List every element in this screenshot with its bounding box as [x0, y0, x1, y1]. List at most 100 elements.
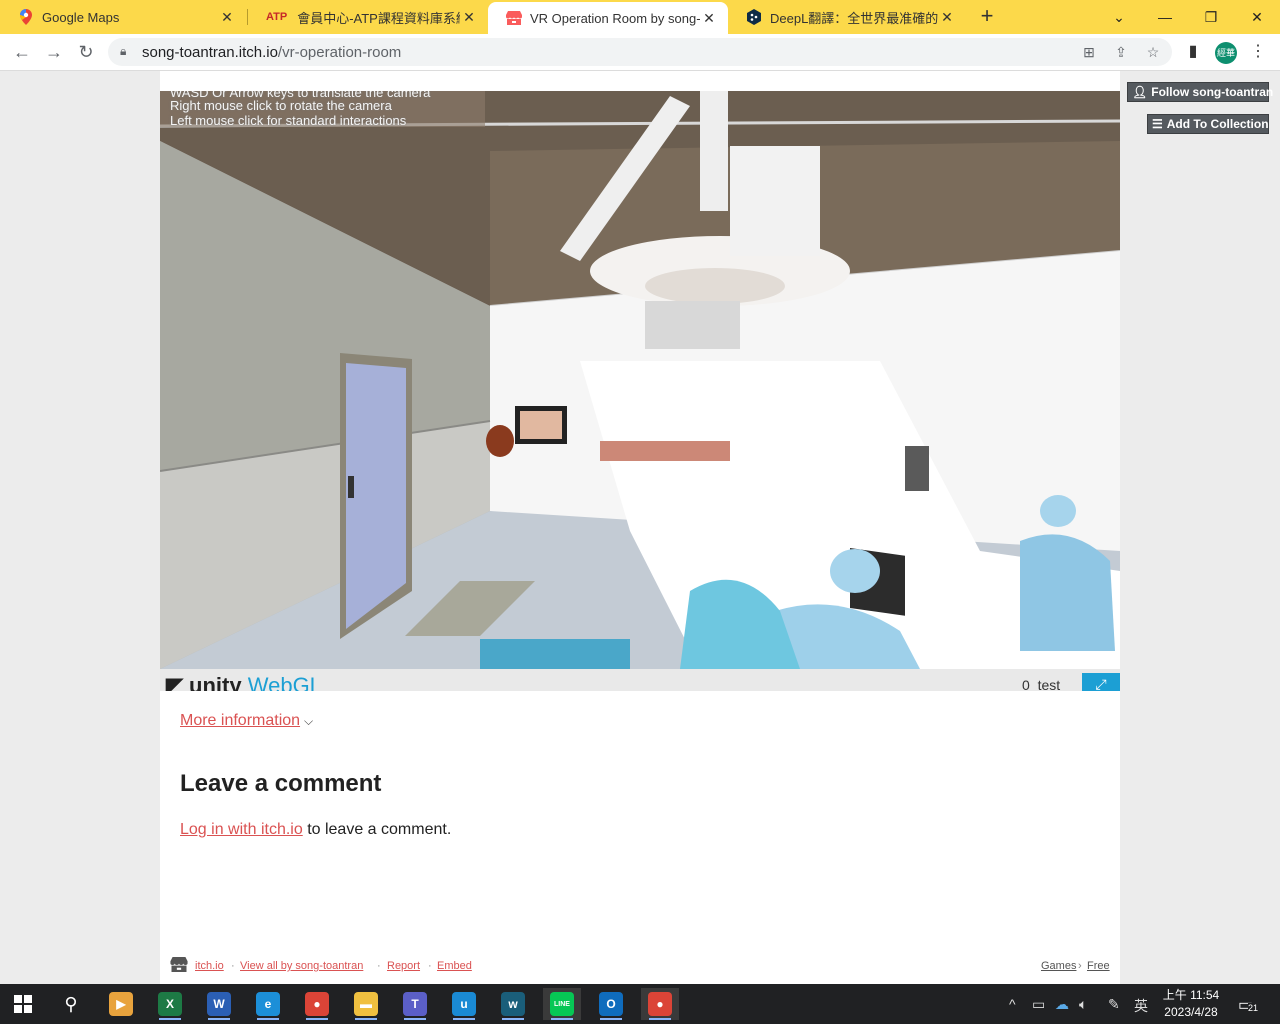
running-indicator	[306, 1018, 328, 1020]
more-information-toggle[interactable]: More information ⌵	[180, 712, 313, 730]
start-button[interactable]	[4, 988, 42, 1020]
close-tab-icon[interactable]: ✕	[218, 8, 236, 26]
footer-separator: ·	[377, 960, 381, 972]
taskbar-app-teams[interactable]: T	[396, 988, 434, 1020]
browser-toolbar: ← → ↻ 🔒︎ song-toantran.itch.io/vr-operat…	[0, 34, 1280, 71]
restore-button[interactable]: ❐	[1188, 0, 1234, 34]
taskbar-app-line[interactable]: LINE	[543, 988, 581, 1020]
url-path: /vr-operation-room	[277, 44, 402, 61]
page-footer: itch.io · View all by song-toantran · Re…	[170, 957, 1110, 975]
teams-icon: T	[403, 992, 427, 1016]
follow-button[interactable]: 👤︎ Follow song-toantran	[1127, 82, 1273, 102]
footer-link-games[interactable]: Games	[1041, 960, 1076, 972]
new-tab-button[interactable]: +	[976, 5, 998, 28]
taskbar-app-app-u[interactable]: u	[445, 988, 483, 1020]
search-button[interactable]: ⚲	[52, 988, 90, 1020]
chrome-menu-icon[interactable]: ⋮	[1247, 41, 1269, 63]
footer-separator: ·	[428, 960, 432, 972]
unity-logo-text: unity	[189, 673, 242, 691]
close-tab-icon[interactable]: ✕	[700, 9, 718, 27]
webex-icon: w	[501, 992, 525, 1016]
unity-webgl-logo: ◤ unity WebGL	[166, 673, 322, 691]
tab-label: DeepL翻譯：全世界最准確的翻	[770, 10, 938, 26]
taskbar-app-outlook[interactable]: O	[592, 988, 630, 1020]
media-player-icon: ▶	[109, 992, 133, 1016]
edge-icon: e	[256, 992, 280, 1016]
fullscreen-icon: ⤢	[1095, 676, 1107, 691]
show-hidden-icons-chevron-icon[interactable]: ^	[1009, 996, 1016, 1012]
tab-atp[interactable]: ATP 會員中心-ATP課程資料庫系統 | 教 ✕	[248, 0, 488, 34]
taskbar-app-chrome[interactable]: ●	[298, 988, 336, 1020]
unity-footer-bar: ◤ unity WebGL 0_test ⤢	[160, 669, 1120, 691]
taskbar-clock[interactable]: 上午 11:54 2023/4/28	[1158, 987, 1224, 1021]
taskbar-app-webex[interactable]: w	[494, 988, 532, 1020]
running-indicator	[208, 1018, 230, 1020]
back-arrow-icon[interactable]: ←	[10, 40, 34, 64]
running-indicator	[502, 1018, 524, 1020]
unity-logo-icon: ◤	[166, 673, 183, 691]
share-icon[interactable]: ⇪	[1112, 43, 1130, 61]
close-window-button[interactable]: ✕	[1234, 0, 1280, 34]
line-icon: LINE	[550, 992, 574, 1016]
add-to-collection-button[interactable]: ☰ Add To Collection	[1147, 114, 1269, 134]
footer-link-free[interactable]: Free	[1087, 960, 1110, 972]
reload-icon[interactable]: ↻	[74, 40, 98, 64]
clock-date: 2023/4/28	[1164, 1005, 1218, 1019]
footer-link-embed[interactable]: Embed	[437, 960, 472, 972]
unity-webgl-text: WebGL	[247, 673, 322, 691]
unity-game-canvas[interactable]: WASD Or Arrow keys to translate the came…	[160, 91, 1120, 669]
bookmark-star-icon[interactable]: ☆	[1144, 43, 1162, 61]
footer-link-report[interactable]: Report	[387, 960, 420, 972]
lock-icon[interactable]: 🔒︎	[120, 44, 126, 59]
footer-link-itchio[interactable]: itch.io	[195, 960, 224, 972]
tab-strip: Google Maps ✕ ATP 會員中心-ATP課程資料庫系統 | 教 ✕ …	[0, 0, 1280, 34]
notification-center-icon[interactable]: ▭ 21	[1238, 995, 1259, 1015]
close-tab-icon[interactable]: ✕	[460, 8, 478, 26]
profile-avatar[interactable]: 經華	[1215, 42, 1237, 64]
footer-link-view-all[interactable]: View all by song-toantran	[240, 960, 363, 972]
taskbar-app-excel[interactable]: X	[151, 988, 189, 1020]
comment-heading: Leave a comment	[180, 770, 382, 797]
tab-vr-operation-room[interactable]: VR Operation Room by song-to ✕	[488, 2, 728, 34]
forward-arrow-icon[interactable]: →	[42, 40, 66, 64]
fullscreen-button[interactable]: ⤢	[1082, 673, 1120, 691]
chrome-icon: ●	[305, 992, 329, 1016]
tab-google-maps[interactable]: Google Maps ✕	[0, 0, 246, 34]
url-host: song-toantran.itch.io	[142, 44, 278, 61]
deepl-icon	[746, 9, 762, 25]
clock-time: 上午 11:54	[1162, 988, 1220, 1002]
footer-breadcrumb-separator: ›	[1078, 960, 1082, 972]
taskbar-app-word[interactable]: W	[200, 988, 238, 1020]
app-u-icon: u	[452, 992, 476, 1016]
login-link[interactable]: Log in with itch.io	[180, 821, 303, 838]
minimize-button[interactable]: —	[1142, 0, 1188, 34]
close-tab-icon[interactable]: ✕	[938, 8, 956, 26]
taskbar-app-file-explorer[interactable]: ▬	[347, 988, 385, 1020]
volume-icon[interactable]: 🔈︎	[1079, 996, 1087, 1013]
network-icon[interactable]: ▭	[1032, 996, 1045, 1013]
comment-login-prompt: Log in with itch.io to leave a comment.	[180, 821, 451, 839]
taskbar-app-edge[interactable]: e	[249, 988, 287, 1020]
taskbar-app-chrome-profile[interactable]: ●	[641, 988, 679, 1020]
address-bar[interactable]: 🔒︎ song-toantran.itch.io/vr-operation-ro…	[108, 38, 1172, 66]
pen-icon[interactable]: ✎	[1108, 996, 1120, 1013]
follow-label: Follow song-toantran	[1151, 85, 1274, 99]
collection-label: Add To Collection	[1166, 117, 1269, 131]
running-indicator	[600, 1018, 622, 1020]
translate-icon[interactable]: ⊞	[1080, 43, 1098, 61]
running-indicator	[453, 1018, 475, 1020]
itchio-storefront-icon[interactable]	[170, 957, 188, 975]
chrome-profile-icon: ●	[648, 992, 672, 1016]
onedrive-icon[interactable]: ☁	[1055, 996, 1069, 1013]
tab-label: VR Operation Room by song-to	[530, 10, 700, 26]
running-indicator	[355, 1018, 377, 1020]
windows-taskbar: ⚲ ▶ X We ● ▬ Tu w LINE O ● ^ ▭ ☁ 🔈︎ ✎ 英 上午 11:54 …	[0, 984, 1280, 1024]
page-background: WASD Or Arrow keys to translate the came…	[0, 71, 1280, 984]
tab-deepl[interactable]: DeepL翻譯：全世界最准確的翻 ✕	[728, 0, 966, 34]
windows-logo-icon	[14, 995, 32, 1013]
ime-indicator[interactable]: 英	[1134, 996, 1148, 1016]
chevron-down-icon: ⌵	[304, 714, 314, 728]
side-panel-icon[interactable]: ▮	[1182, 41, 1204, 63]
tab-search-chevron-icon[interactable]: ⌄	[1096, 0, 1142, 34]
taskbar-app-media-player[interactable]: ▶	[102, 988, 140, 1020]
